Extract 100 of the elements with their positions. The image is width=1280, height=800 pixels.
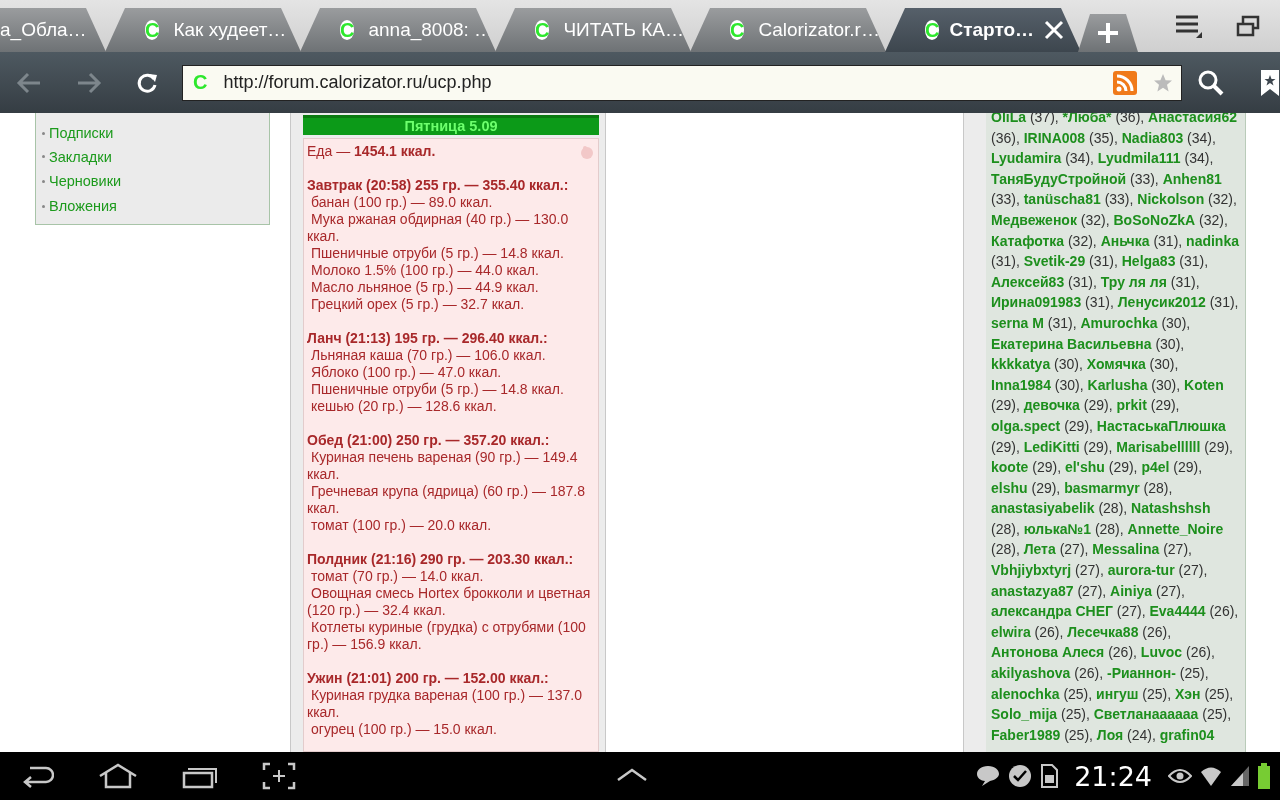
user-link[interactable]: Messalina bbox=[1092, 541, 1160, 558]
user-link[interactable]: Eva4444 bbox=[1149, 603, 1206, 620]
user-link[interactable]: Ленусик2012 bbox=[1117, 294, 1206, 311]
menu-link[interactable]: Подписки bbox=[49, 125, 114, 142]
post-count: (29), bbox=[1064, 417, 1093, 434]
close-icon[interactable] bbox=[1044, 20, 1065, 40]
user-link[interactable]: IRINA008 bbox=[1023, 129, 1086, 146]
user-link[interactable]: Nadia803 bbox=[1121, 129, 1184, 146]
user-link[interactable]: anastazya87 bbox=[991, 582, 1074, 599]
back-icon[interactable] bbox=[22, 764, 54, 788]
user-link[interactable]: Медвеженок bbox=[991, 211, 1077, 228]
user-link[interactable]: LediKitti bbox=[1023, 438, 1080, 455]
user-link[interactable]: prkit bbox=[1116, 397, 1147, 414]
user-link[interactable]: Lyudmila111 bbox=[1097, 150, 1181, 167]
post-count: (30), bbox=[1054, 356, 1083, 373]
user-link[interactable]: Лоя bbox=[1096, 726, 1124, 743]
user-link[interactable]: Антонова Алеся bbox=[991, 644, 1105, 661]
menu-icon[interactable] bbox=[1176, 14, 1202, 38]
user-link[interactable]: Тру ля ля bbox=[1100, 273, 1167, 290]
user-link[interactable]: Faber1989 bbox=[991, 726, 1061, 743]
user-link[interactable]: юлька№1 bbox=[1023, 520, 1091, 537]
food-item: огурец (100 гр.) — 15.0 ккал. bbox=[310, 721, 498, 738]
user-link[interactable]: akilyashova bbox=[991, 665, 1071, 682]
user-link[interactable]: koote bbox=[991, 459, 1029, 476]
user-link[interactable]: Vbhjiybxtyrj bbox=[991, 562, 1072, 579]
user-link[interactable]: Solo_mija bbox=[991, 706, 1058, 723]
user-link[interactable]: александра СНЕГ bbox=[991, 603, 1113, 620]
user-link[interactable]: Lyudamira bbox=[991, 150, 1062, 167]
user-link[interactable]: ТаняБудуСтройной bbox=[991, 170, 1127, 187]
user-link[interactable]: Helga83 bbox=[1121, 253, 1176, 270]
meal-title: Ужин (21:01) 200 гр. — 152.00 ккал.: bbox=[307, 670, 550, 687]
browser-tab[interactable]: C Calorizator.r… bbox=[690, 8, 886, 52]
sim-card-icon bbox=[1040, 764, 1059, 788]
caret-up-icon[interactable] bbox=[616, 767, 648, 782]
user-link[interactable]: Хомячка bbox=[1086, 356, 1146, 373]
user-link[interactable]: Катафотка bbox=[991, 232, 1065, 249]
menu-link[interactable]: Закладки bbox=[49, 148, 112, 165]
user-link[interactable]: Luvoc bbox=[1140, 644, 1183, 661]
user-link[interactable]: aurora-tur bbox=[1107, 562, 1175, 579]
user-link[interactable]: НастаськаПлюшка bbox=[1096, 417, 1226, 434]
menu-link[interactable]: Черновики bbox=[49, 173, 122, 190]
browser-tab[interactable]: C ЧИТАТЬ КА… bbox=[495, 8, 691, 52]
user-link[interactable]: basmarmyr bbox=[1064, 479, 1140, 496]
post-count: (31), bbox=[1085, 294, 1114, 311]
user-link[interactable]: Лета bbox=[1023, 541, 1056, 558]
user-link[interactable]: BoSoNoZkA bbox=[1113, 211, 1196, 228]
user-link[interactable]: grafin04 bbox=[1159, 726, 1215, 743]
user-link[interactable]: Хэн bbox=[1175, 685, 1201, 702]
browser-tab[interactable]: а_Обла… bbox=[0, 8, 106, 52]
post-count: (27), bbox=[1163, 541, 1192, 558]
user-link[interactable]: Marisabellllll bbox=[1116, 438, 1201, 455]
user-link[interactable]: elwira bbox=[991, 623, 1031, 640]
windows-icon[interactable] bbox=[1236, 15, 1260, 37]
user-link[interactable]: anastasiyabelik bbox=[991, 500, 1095, 517]
user-link[interactable]: el'shu bbox=[1064, 459, 1105, 476]
user-link[interactable]: Svetik-29 bbox=[1023, 253, 1086, 270]
user-link[interactable]: olga.spect bbox=[991, 417, 1061, 434]
post-count: (34), bbox=[1184, 150, 1214, 167]
user-link[interactable]: Светланаааааа bbox=[1093, 706, 1199, 723]
food-item: Мука ржаная обдирная (40 гр.) — 130.0 ккал. bbox=[307, 211, 570, 245]
user-link[interactable]: Лесечка88 bbox=[1067, 623, 1139, 640]
user-link[interactable]: elshu bbox=[991, 479, 1028, 496]
home-icon[interactable] bbox=[98, 763, 138, 789]
user-link[interactable]: Natashshsh bbox=[1131, 500, 1211, 517]
user-link[interactable]: Annette_Noire bbox=[1127, 520, 1224, 537]
post-count: (30), bbox=[1054, 376, 1084, 393]
bookmark-icon[interactable] bbox=[1260, 68, 1280, 97]
user-link[interactable]: девочка bbox=[1023, 397, 1080, 414]
user-link[interactable]: Inna1984 bbox=[991, 376, 1051, 393]
user-link[interactable]: Ainiya bbox=[1110, 582, 1153, 599]
user-link[interactable]: Ирина091983 bbox=[991, 294, 1082, 311]
user-link[interactable]: Anhen81 bbox=[1162, 170, 1222, 187]
user-link[interactable]: tanüscha81 bbox=[1023, 191, 1101, 208]
forward-icon[interactable] bbox=[76, 71, 102, 94]
user-link[interactable]: nadinka bbox=[1186, 232, 1239, 249]
menu-link[interactable]: Вложения bbox=[49, 198, 117, 215]
user-link[interactable]: Анастасия62 bbox=[1148, 113, 1238, 125]
rss-icon[interactable] bbox=[1113, 70, 1137, 95]
user-link[interactable]: kkkkatya bbox=[991, 356, 1051, 373]
user-link[interactable]: Amurochka bbox=[1080, 314, 1158, 331]
user-link[interactable]: Аньчка bbox=[1100, 232, 1150, 249]
user-link[interactable]: ингуш bbox=[1096, 685, 1139, 702]
post-count: (31), bbox=[1170, 273, 1200, 290]
user-link[interactable]: Koten bbox=[1184, 376, 1224, 393]
user-link[interactable]: -Рианнон- bbox=[1106, 665, 1176, 682]
star-icon[interactable] bbox=[1153, 72, 1173, 93]
post-count: (33), bbox=[1129, 170, 1159, 187]
browser-tab[interactable]: C Как худеет… bbox=[105, 8, 301, 52]
user-link[interactable]: Nickolson bbox=[1137, 191, 1205, 208]
search-icon[interactable] bbox=[1198, 69, 1224, 96]
address-field[interactable]: C http://forum.calorizator.ru/ucp.php bbox=[182, 64, 1182, 101]
user-link[interactable]: serna M bbox=[991, 314, 1044, 331]
user-link[interactable]: Алексей83 bbox=[991, 273, 1065, 290]
user-link[interactable]: Karlusha bbox=[1087, 376, 1148, 393]
user-link[interactable]: alenochka bbox=[991, 685, 1060, 702]
user-link[interactable]: p4el bbox=[1141, 459, 1170, 476]
screenshot-icon[interactable] bbox=[262, 762, 296, 790]
browser-tab[interactable]: C Старто… bbox=[885, 8, 1081, 52]
user-link[interactable]: Екатерина Васильевна bbox=[991, 335, 1152, 352]
reload-icon[interactable] bbox=[136, 71, 158, 94]
